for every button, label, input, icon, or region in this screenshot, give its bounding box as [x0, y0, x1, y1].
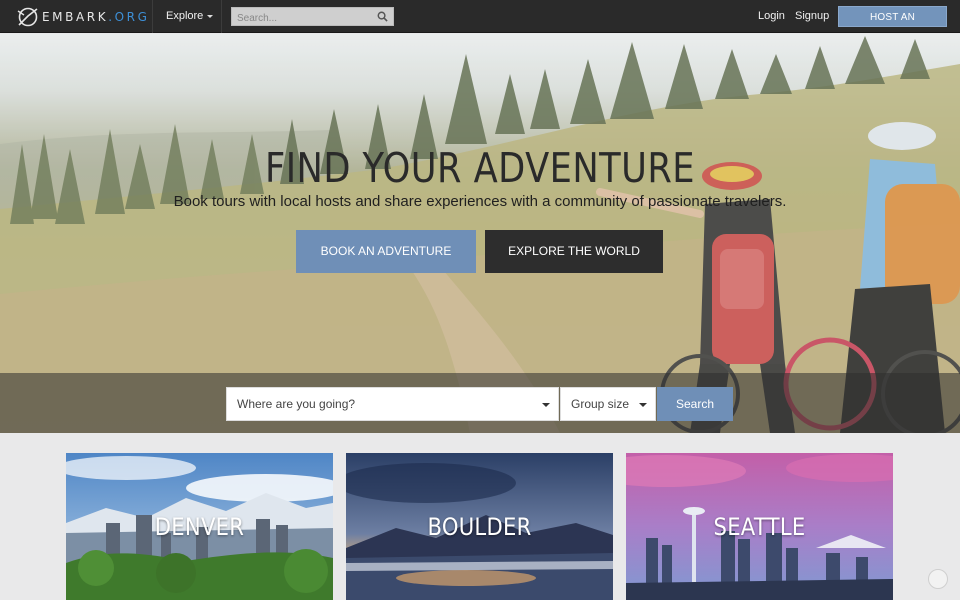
caret-down-icon	[207, 14, 214, 18]
city-label-boulder: BOULDER	[427, 513, 532, 541]
signup-link[interactable]: Signup	[795, 0, 829, 33]
explore-menu[interactable]: Explore	[166, 0, 214, 33]
nav-divider	[152, 0, 153, 33]
group-size-label: Group size	[571, 397, 630, 411]
destination-placeholder: Where are you going?	[237, 397, 356, 411]
logo-suffix: .ORG	[108, 10, 150, 24]
city-label-seattle: SEATTLE	[713, 513, 806, 541]
dropdown-arrow-icon	[542, 403, 550, 407]
top-navbar: EMBARK.ORG Explore Login Signup HOST AN …	[0, 0, 960, 44]
city-card-denver[interactable]: DENVER	[66, 453, 333, 600]
logo-name: EMBARK	[42, 10, 109, 24]
nav-search	[231, 7, 394, 27]
hero-subtitle: Book tours with local hosts and share ex…	[173, 193, 787, 210]
nav-divider	[221, 0, 222, 33]
compass-logo-icon	[17, 7, 38, 27]
search-button[interactable]: Search	[657, 387, 733, 421]
feedback-widget-icon[interactable]	[928, 569, 948, 589]
explore-menu-label: Explore	[166, 10, 204, 22]
book-adventure-button[interactable]: BOOK AN ADVENTURE	[296, 230, 476, 273]
destination-select[interactable]: Where are you going?	[226, 387, 559, 421]
dropdown-arrow-icon	[639, 403, 647, 407]
nav-search-input[interactable]	[232, 10, 372, 27]
site-logo[interactable]: EMBARK.ORG	[16, 5, 149, 29]
logo-text: EMBARK.ORG	[42, 10, 149, 24]
explore-world-button[interactable]: EXPLORE THE WORLD	[485, 230, 663, 273]
hero-title: FIND YOUR ADVENTURE	[264, 144, 696, 192]
login-link[interactable]: Login	[758, 0, 785, 33]
search-icon[interactable]	[377, 11, 388, 22]
city-card-boulder[interactable]: BOULDER	[346, 453, 613, 600]
city-card-seattle[interactable]: SEATTLE	[626, 453, 893, 600]
city-label-denver: DENVER	[154, 513, 245, 541]
group-size-select[interactable]: Group size	[560, 387, 656, 421]
hero-section: FIND YOUR ADVENTURE Book tours with loca…	[0, 34, 960, 433]
host-adventure-button[interactable]: HOST AN ADVENTURE	[838, 6, 947, 44]
